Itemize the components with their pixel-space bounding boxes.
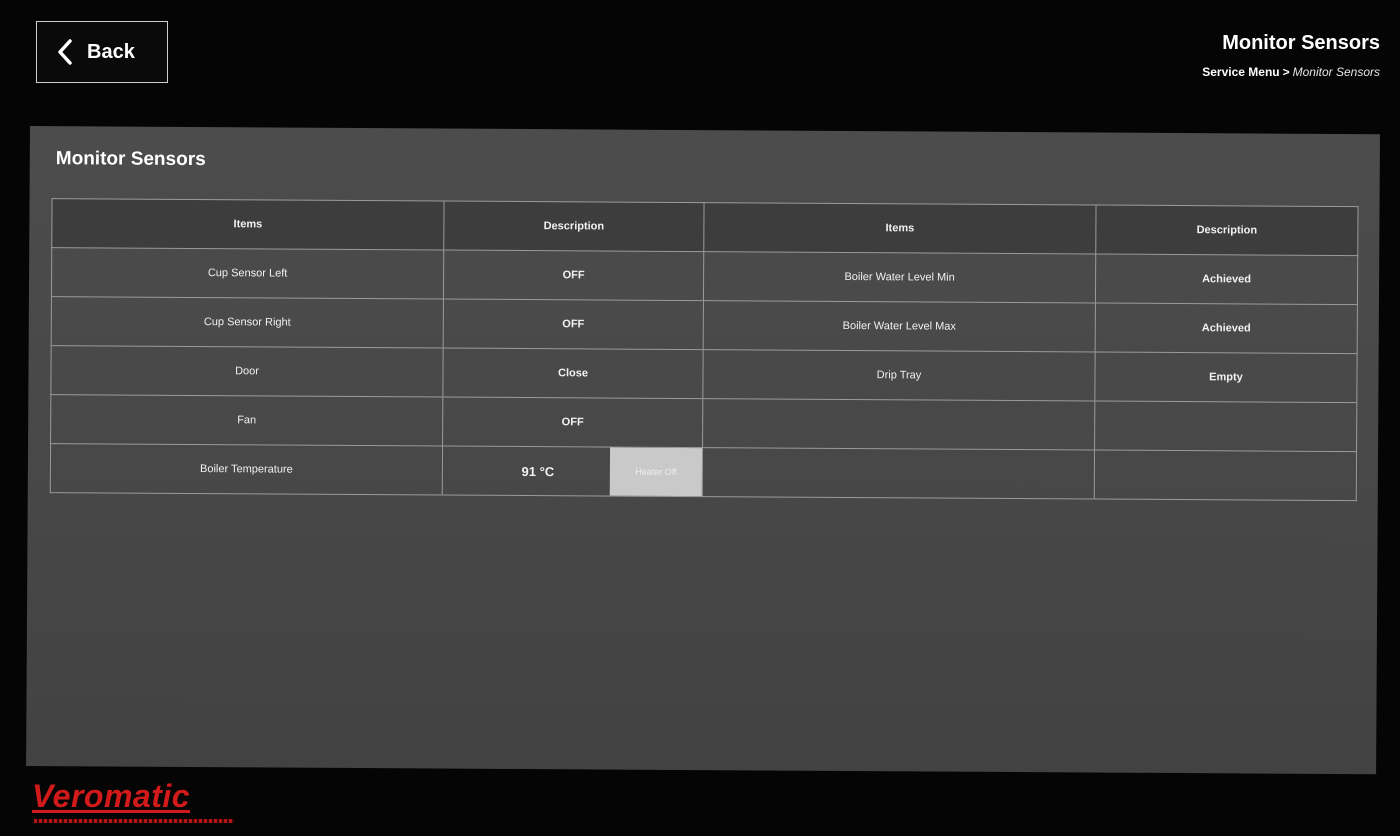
sensor-item-fan: Fan	[50, 394, 443, 447]
table-row: Fan OFF	[50, 394, 1357, 452]
monitor-sensors-panel: Monitor Sensors Items Description Items …	[26, 126, 1380, 775]
sensor-value-boiler-water-level-max: Achieved	[1095, 303, 1358, 354]
table-row: Cup Sensor Right OFF Boiler Water Level …	[51, 296, 1358, 354]
column-header-description-right: Description	[1095, 205, 1359, 256]
header: Monitor Sensors Service Menu > Monitor Sen…	[1202, 32, 1380, 79]
column-header-items-right: Items	[703, 202, 1097, 255]
back-button[interactable]: Back	[36, 21, 168, 83]
sensor-value-empty	[1094, 401, 1357, 452]
sensor-value-boiler-water-level-min: Achieved	[1095, 254, 1358, 305]
table-header-row: Items Description Items Description	[51, 198, 1359, 256]
sensor-item-cup-sensor-left: Cup Sensor Left	[51, 247, 444, 300]
sensor-item-drip-tray: Drip Tray	[702, 349, 1096, 402]
heater-off-button[interactable]: Heater Off	[609, 447, 703, 497]
breadcrumb-current: Monitor Sensors	[1292, 65, 1380, 79]
screen: Back Monitor Sensors Service Menu > Monito…	[0, 0, 1400, 836]
sensor-value-boiler-temperature: 91 °C	[521, 463, 555, 479]
breadcrumb-parent[interactable]: Service Menu	[1202, 65, 1279, 79]
table-row: Cup Sensor Left OFF Boiler Water Level M…	[51, 247, 1358, 305]
breadcrumb: Service Menu > Monitor Sensors	[1202, 65, 1380, 79]
sensor-item-empty	[702, 447, 1095, 500]
page-title: Monitor Sensors	[1222, 32, 1380, 54]
breadcrumb-separator: >	[1282, 65, 1290, 79]
sensor-item-boiler-temperature: Boiler Temperature	[50, 443, 443, 496]
sensor-item-empty	[702, 398, 1095, 451]
veromatic-logo: Veromatic	[32, 778, 191, 814]
sensor-value-cup-sensor-right: OFF	[443, 299, 704, 350]
sensors-table: Items Description Items Description Cup …	[50, 198, 1359, 501]
boiler-temperature-cell: 91 °C Heater Off	[442, 446, 703, 497]
sensor-item-cup-sensor-right: Cup Sensor Right	[51, 296, 444, 349]
sensor-value-empty	[1094, 450, 1357, 501]
logo-tagline-decoration	[34, 819, 234, 823]
sensor-value-drip-tray: Empty	[1094, 352, 1358, 403]
sensor-value-cup-sensor-left: OFF	[443, 250, 704, 301]
sensor-item-door: Door	[50, 345, 444, 398]
column-header-description-left: Description	[443, 201, 705, 252]
sensor-item-boiler-water-level-min: Boiler Water Level Min	[703, 251, 1096, 304]
sensor-value-fan: OFF	[442, 397, 703, 448]
table-row: Boiler Temperature 91 °C Heater Off	[50, 443, 1357, 501]
panel-title: Monitor Sensors	[55, 148, 206, 171]
sensor-item-boiler-water-level-max: Boiler Water Level Max	[703, 300, 1096, 353]
sensor-value-door: Close	[442, 348, 704, 399]
chevron-left-icon	[57, 39, 73, 65]
table-row: Door Close Drip Tray Empty	[50, 345, 1358, 403]
column-header-items-left: Items	[51, 198, 445, 251]
back-label: Back	[87, 40, 135, 63]
